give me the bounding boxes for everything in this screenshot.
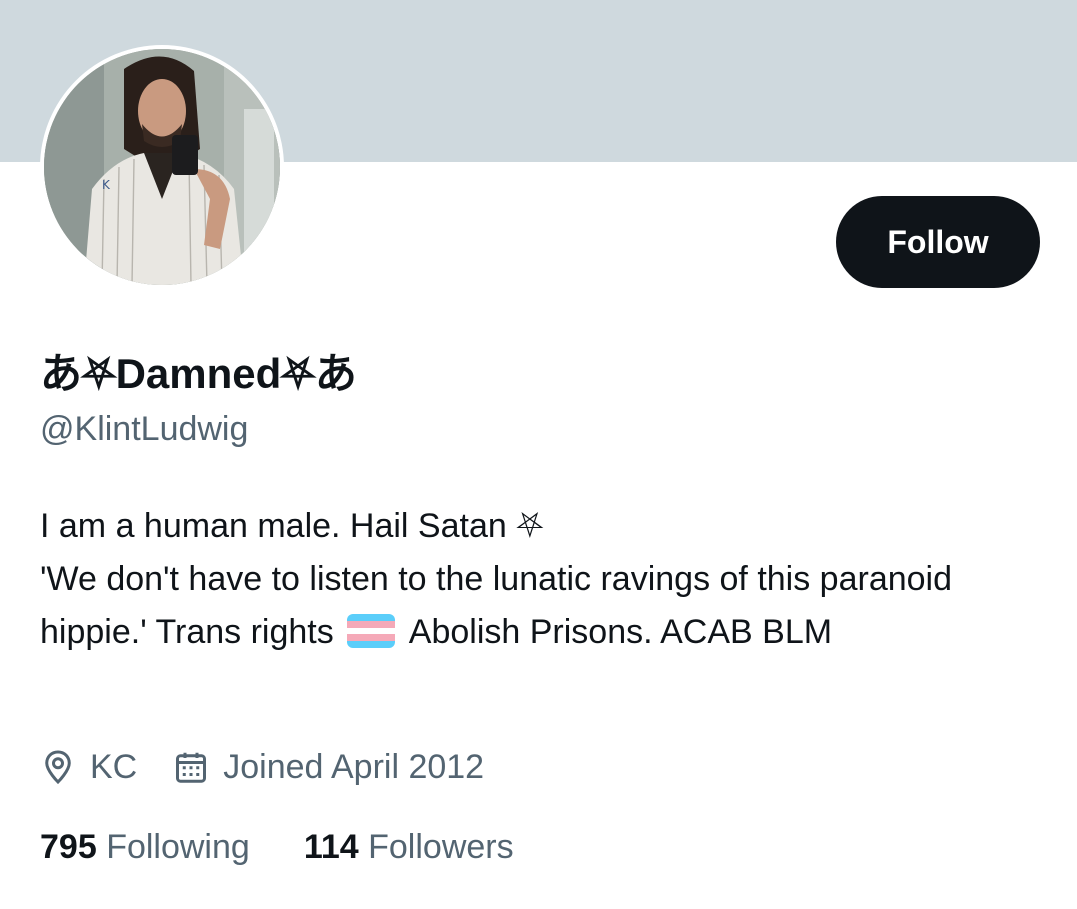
following-label: Following [106, 828, 250, 866]
follow-stats: 795 Following 114 Followers [40, 828, 568, 867]
calendar-icon [176, 752, 207, 783]
username-handle: @KlintLudwig [40, 410, 249, 448]
svg-text:K: K [102, 178, 111, 192]
profile-page: K Follow あ⛧Damned⛧あ @KlintLudwig I am a … [0, 0, 1077, 909]
profile-photo-icon: K [44, 49, 280, 285]
bio-text-end: Abolish Prisons. ACAB BLM [408, 613, 833, 651]
profile-meta: KC Joined April 2012 [40, 742, 520, 792]
bio-line-1: I am a human male. Hail Satan ⛧ [40, 507, 544, 545]
avatar-photo: K [44, 49, 280, 285]
location-text: KC [90, 747, 138, 786]
transgender-flag-icon [347, 614, 396, 648]
followers-count: 114 [303, 828, 359, 866]
profile-bio: I am a human male. Hail Satan ⛧ 'We don'… [40, 500, 1040, 659]
followers-link[interactable]: 114 Followers [304, 828, 514, 867]
followers-label: Followers [368, 828, 514, 866]
display-name: あ⛧Damned⛧あ [40, 350, 357, 397]
location-pin-icon [45, 750, 71, 785]
following-count: 795 [40, 828, 97, 866]
join-date-text: Joined April 2012 [223, 747, 485, 786]
location: KC [40, 748, 137, 787]
follow-button[interactable]: Follow [836, 196, 1040, 288]
bio-line-2: 'We don't have to listen to the lunatic … [40, 553, 1040, 659]
avatar[interactable]: K [40, 45, 284, 289]
join-date: Joined April 2012 [173, 748, 484, 787]
following-link[interactable]: 795 Following [40, 828, 250, 867]
